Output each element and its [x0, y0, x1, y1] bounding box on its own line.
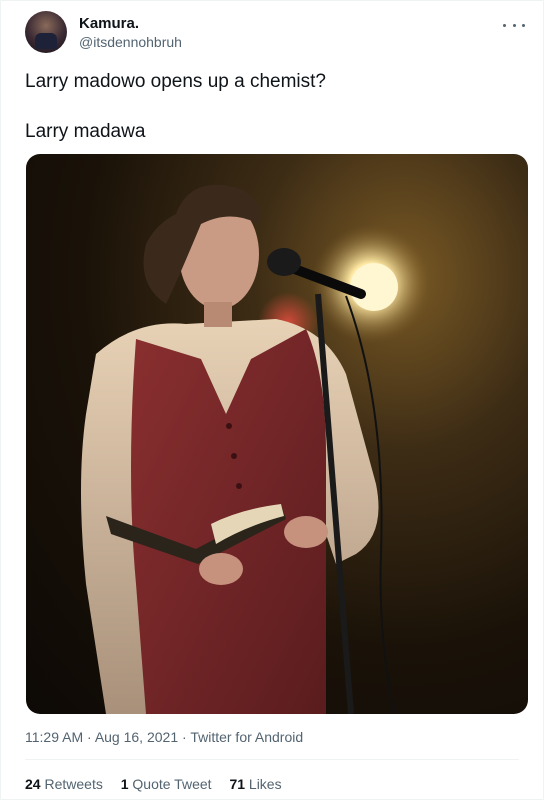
avatar[interactable]: [25, 11, 67, 53]
retweets-stat[interactable]: 24 Retweets: [25, 776, 107, 792]
engagement-stats: 24 Retweets 1 Quote Tweet 71 Likes: [25, 776, 296, 792]
tweet-source[interactable]: Twitter for Android: [190, 729, 303, 745]
likes-label: Likes: [248, 776, 282, 792]
tweet-timestamp-row: 11:29 AM · Aug 16, 2021 · Twitter for An…: [25, 729, 303, 745]
quote-tweets-stat[interactable]: 1 Quote Tweet: [121, 776, 216, 792]
tweet-time[interactable]: 11:29 AM: [25, 729, 83, 745]
tweet-card: Kamura. @itsdennohbruh Larry madowo open…: [0, 0, 544, 800]
quote-tweets-count: 1: [120, 776, 129, 792]
tweet-date[interactable]: Aug 16, 2021: [95, 729, 178, 745]
author-handle[interactable]: @itsdennohbruh: [79, 34, 182, 50]
tweet-header: Kamura. @itsdennohbruh: [25, 11, 529, 55]
separator: ·: [87, 729, 92, 745]
author-name[interactable]: Kamura.: [79, 15, 139, 32]
likes-stat[interactable]: 71 Likes: [229, 776, 281, 792]
retweets-label: Retweets: [44, 776, 103, 792]
more-options-icon[interactable]: [503, 17, 525, 33]
quote-tweets-label: Quote Tweet: [132, 776, 212, 792]
retweets-count: 24: [25, 776, 41, 792]
tweet-photo[interactable]: [26, 154, 528, 714]
separator: ·: [182, 729, 187, 745]
tweet-text-line-2: Larry madawa: [25, 121, 146, 142]
divider: [25, 759, 519, 760]
likes-count: 71: [229, 776, 246, 792]
tweet-text-line-1: Larry madowo opens up a chemist?: [25, 71, 326, 92]
